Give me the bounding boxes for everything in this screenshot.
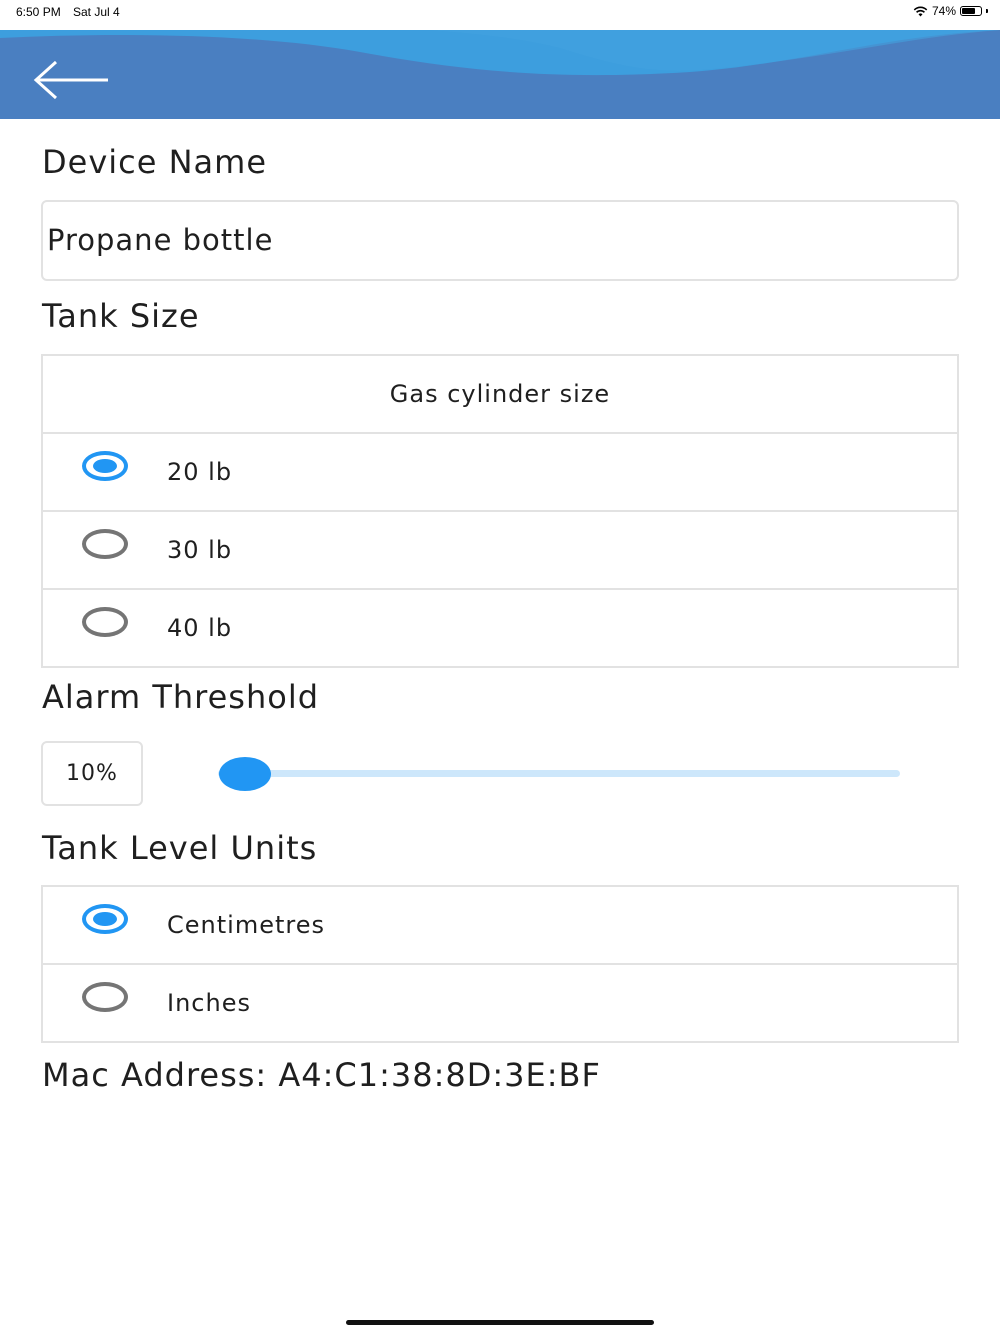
home-indicator[interactable] [346, 1320, 654, 1325]
mac-address: Mac Address: A4:C1:38:8D:3E:BF [42, 1056, 601, 1094]
option-label: 40 lb [167, 614, 233, 642]
device-name-label: Device Name [42, 143, 268, 181]
status-indicators: 74% [913, 4, 988, 18]
battery-fill [962, 8, 976, 14]
arrow-left-icon [33, 60, 108, 100]
battery-cap [986, 9, 988, 13]
units-option-inches[interactable]: Inches [43, 965, 957, 1041]
header-wave [0, 30, 1000, 119]
slider-thumb[interactable] [219, 757, 272, 791]
option-label: 20 lb [167, 458, 233, 486]
radio-button[interactable] [82, 607, 128, 637]
slider-track[interactable] [218, 770, 900, 777]
device-name-input[interactable]: Propane bottle [41, 200, 959, 281]
radio-button[interactable] [82, 451, 128, 481]
threshold-value: 10% [41, 741, 143, 806]
battery-percent: 74% [931, 4, 956, 18]
tank-size-group: Gas cylinder size 20 lb 30 lb 40 lb [41, 354, 959, 668]
tank-size-group-title: Gas cylinder size [43, 356, 957, 434]
tank-size-option-20lb[interactable]: 20 lb [43, 434, 957, 512]
status-bar: 6:50 PM Sat Jul 4 74% [0, 0, 1000, 26]
units-option-centimetres[interactable]: Centimetres [43, 887, 957, 965]
radio-button[interactable] [82, 982, 128, 1012]
option-label: 30 lb [167, 536, 233, 564]
threshold-slider[interactable] [218, 754, 900, 794]
radio-button[interactable] [82, 529, 128, 559]
tank-size-option-40lb[interactable]: 40 lb [43, 590, 957, 666]
option-label: Inches [167, 989, 251, 1017]
tank-size-option-30lb[interactable]: 30 lb [43, 512, 957, 590]
tank-level-units-group: Centimetres Inches [41, 885, 959, 1043]
tank-size-label: Tank Size [42, 297, 200, 335]
option-label: Centimetres [167, 911, 325, 939]
status-date: Sat Jul 4 [73, 5, 120, 19]
header-banner [0, 30, 1000, 119]
battery-icon [960, 6, 982, 16]
back-button[interactable] [30, 60, 112, 100]
status-time: 6:50 PM [16, 5, 61, 19]
tank-level-units-label: Tank Level Units [42, 829, 318, 867]
radio-button[interactable] [82, 904, 128, 934]
wifi-icon [913, 6, 928, 16]
alarm-threshold-label: Alarm Threshold [42, 678, 320, 716]
